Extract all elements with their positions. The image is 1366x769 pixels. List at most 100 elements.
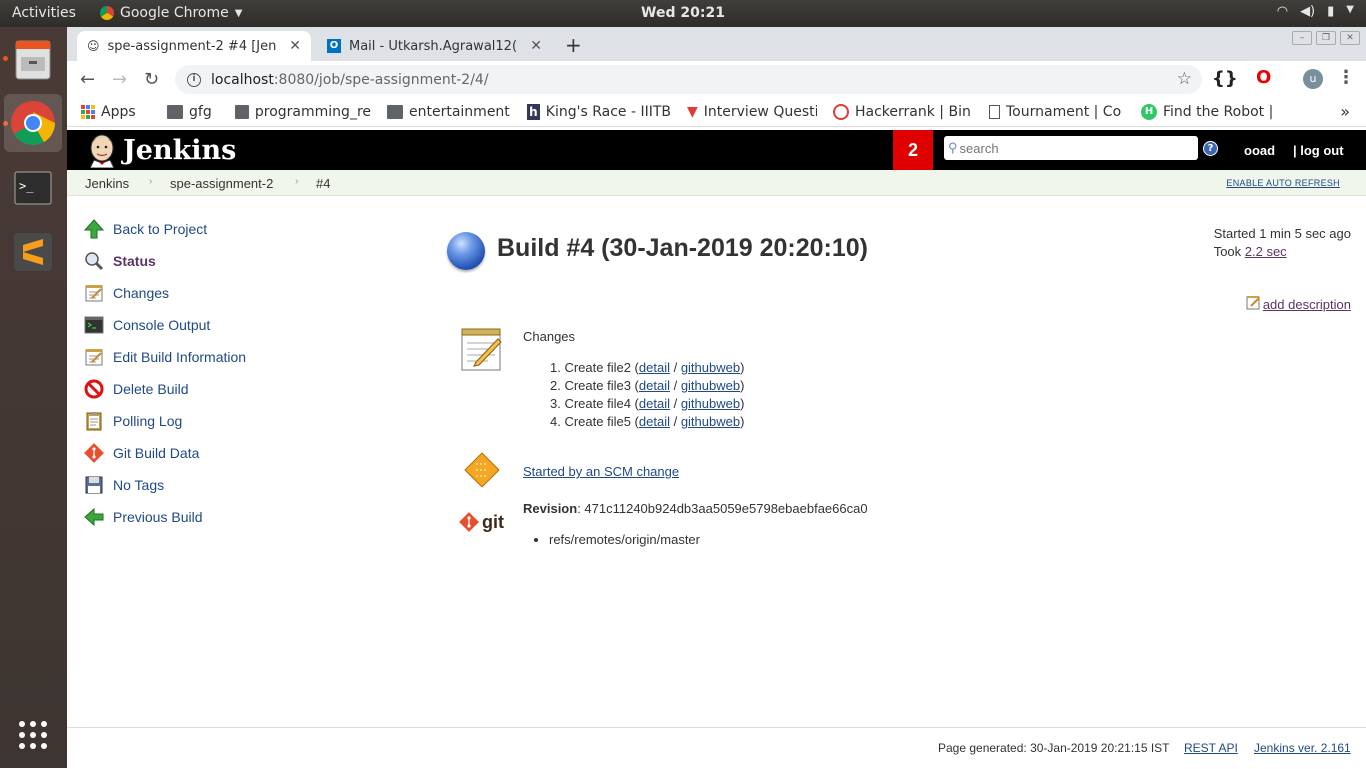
task-label: Polling Log [113,413,183,429]
rest-api-link[interactable]: REST API [1184,741,1238,755]
close-tab-icon[interactable]: ✕ [530,38,542,54]
search-box[interactable]: ⚲ [944,136,1198,160]
sublime-dock-item[interactable] [4,223,62,281]
list-item: 4. Create file5 (detail / githubweb) [550,413,744,431]
back-button[interactable]: ← [80,69,95,90]
close-window-button[interactable]: ✕ [1340,31,1360,45]
task-delete-build[interactable]: Delete Build [83,373,403,405]
bookmark-programming[interactable]: programming_re [235,104,371,120]
bookmark-interview-questions[interactable]: ▼ Interview Questi [687,104,817,120]
revision-hash: : 471c11240b924db3aa5059e5798ebaebfae66c… [577,501,868,516]
breadcrumb-build[interactable]: #4 [316,176,330,191]
chrome-dock-item[interactable] [4,94,62,152]
bookmark-label: gfg [189,103,212,120]
change-detail-link[interactable]: detail [639,396,670,411]
bookmark-label: Interview Questi [703,103,817,120]
change-number: 2. [550,378,561,393]
bookmark-entertainment[interactable]: entertainment [387,104,511,120]
page-generated-text: Page generated: 30-Jan-2019 20:21:15 IST [938,741,1170,755]
help-icon[interactable]: ? [1203,141,1218,156]
breadcrumb-jenkins[interactable]: Jenkins [85,176,129,191]
url-path: :8080/job/spe-assignment-2/4/ [273,71,489,88]
forward-button[interactable]: → [112,69,127,90]
user-link[interactable]: ooad [1244,143,1275,158]
task-changes[interactable]: Changes [83,277,403,309]
search-icon: ⚲ [948,140,958,155]
more-bookmarks-icon[interactable]: » [1340,102,1350,121]
bookmark-apps[interactable]: Apps [81,104,151,120]
revision-label: Revision [523,501,578,516]
new-tab-button[interactable]: + [565,33,582,57]
files-dock-item[interactable] [4,31,62,89]
maximize-button[interactable]: ❐ [1316,31,1336,45]
search-input[interactable] [959,140,1190,156]
change-githubweb-link[interactable]: githubweb [681,378,740,393]
bookmark-label: Hackerrank | Bin [855,103,971,120]
change-githubweb-link[interactable]: githubweb [681,414,740,429]
notepad-icon [83,346,105,368]
tab-jenkins-build[interactable]: ☺ spe-assignment-2 #4 [Jen ✕ [77,31,311,61]
change-githubweb-link[interactable]: githubweb [681,396,740,411]
notification-badge[interactable]: 2 [893,130,933,170]
bookmark-gfg[interactable]: gfg [167,104,219,120]
system-tray[interactable]: ◠ ◀) ▮ ▼ [1277,4,1354,19]
tab-mail[interactable]: O Mail - Utkarsh.Agrawal12( ✕ [317,31,552,61]
info-icon[interactable]: i [187,72,201,87]
change-githubweb-link[interactable]: githubweb [681,360,740,375]
paren-close: ) [740,396,745,411]
task-no-tags[interactable]: No Tags [83,469,403,501]
minimize-button[interactable]: – [1292,31,1312,45]
address-bar[interactable]: i localhost:8080/job/spe-assignment-2/4/… [175,65,1202,94]
task-status[interactable]: Status [83,245,403,277]
terminal-dock-item[interactable]: >_ [4,159,62,217]
bookmark-hackerrank[interactable]: Hackerrank | Bin [833,103,973,120]
clock[interactable]: Wed 20:21 [0,5,1366,21]
file-cabinet-icon [15,40,51,80]
build-duration-link[interactable]: 2.2 sec [1245,244,1287,259]
edit-notepad-icon [1246,295,1261,313]
opera-extension-icon[interactable]: O [1256,67,1271,88]
task-polling-log[interactable]: Polling Log [83,405,403,437]
change-detail-link[interactable]: detail [639,360,670,375]
task-label: Delete Build [113,381,189,397]
bookmark-label: King's Race - IIITB [545,103,671,120]
left-arrow-icon [83,506,105,528]
menu-icon[interactable]: ⋮ [1337,67,1355,88]
bookmark-tournament[interactable]: Tournament | Co [989,104,1125,120]
json-extension-icon[interactable]: {} [1212,68,1238,89]
bookmark-star-icon[interactable]: ☆ [1177,69,1192,89]
profile-avatar[interactable]: u [1303,69,1323,89]
page-icon [989,104,1000,119]
task-label: Changes [113,285,170,301]
task-previous-build[interactable]: Previous Build [83,501,403,533]
enable-auto-refresh-link[interactable]: ENABLE AUTO REFRESH [1226,178,1340,188]
add-description-label: add description [1262,296,1351,312]
jenkins-logo[interactable]: Jenkins [85,132,236,168]
jenkins-version-link[interactable]: Jenkins ver. 2.161 [1254,741,1351,755]
add-description-link[interactable]: add description [1246,295,1351,313]
reload-button[interactable]: ↻ [144,69,159,90]
bookmark-find-the-robot[interactable]: H Find the Robot | [1141,103,1281,120]
close-tab-icon[interactable]: ✕ [289,38,301,54]
chevron-down-icon: ▼ [1346,4,1354,15]
paren-close: ) [740,360,745,375]
bookmark-kings-race[interactable]: h King's Race - IIITB [527,103,671,120]
change-detail-link[interactable]: detail [639,414,670,429]
logout-link[interactable]: | log out [1293,143,1344,158]
link-separator: / [669,414,681,429]
task-console-output[interactable]: Console Output [83,309,403,341]
started-by-scm-link[interactable]: Started by an SCM change [523,464,679,479]
task-edit-build-information[interactable]: Edit Build Information [83,341,403,373]
sublime-text-icon [14,233,52,271]
battery-icon: ▮ [1327,4,1335,19]
tab-title: spe-assignment-2 #4 [Jen [107,38,277,54]
bookmarks-bar: Apps gfg programming_re entertainment h … [67,97,1366,127]
changes-notepad-icon [461,328,502,371]
change-detail-link[interactable]: detail [639,378,670,393]
task-back-to-project[interactable]: Back to Project [83,213,403,245]
changes-list: 1. Create file2 (detail / githubweb) 2. … [550,359,744,431]
show-applications-button[interactable] [4,707,62,765]
task-git-build-data[interactable]: Git Build Data [83,437,403,469]
breadcrumb-project[interactable]: spe-assignment-2 [170,176,273,191]
scm-diamond-icon [464,452,500,488]
